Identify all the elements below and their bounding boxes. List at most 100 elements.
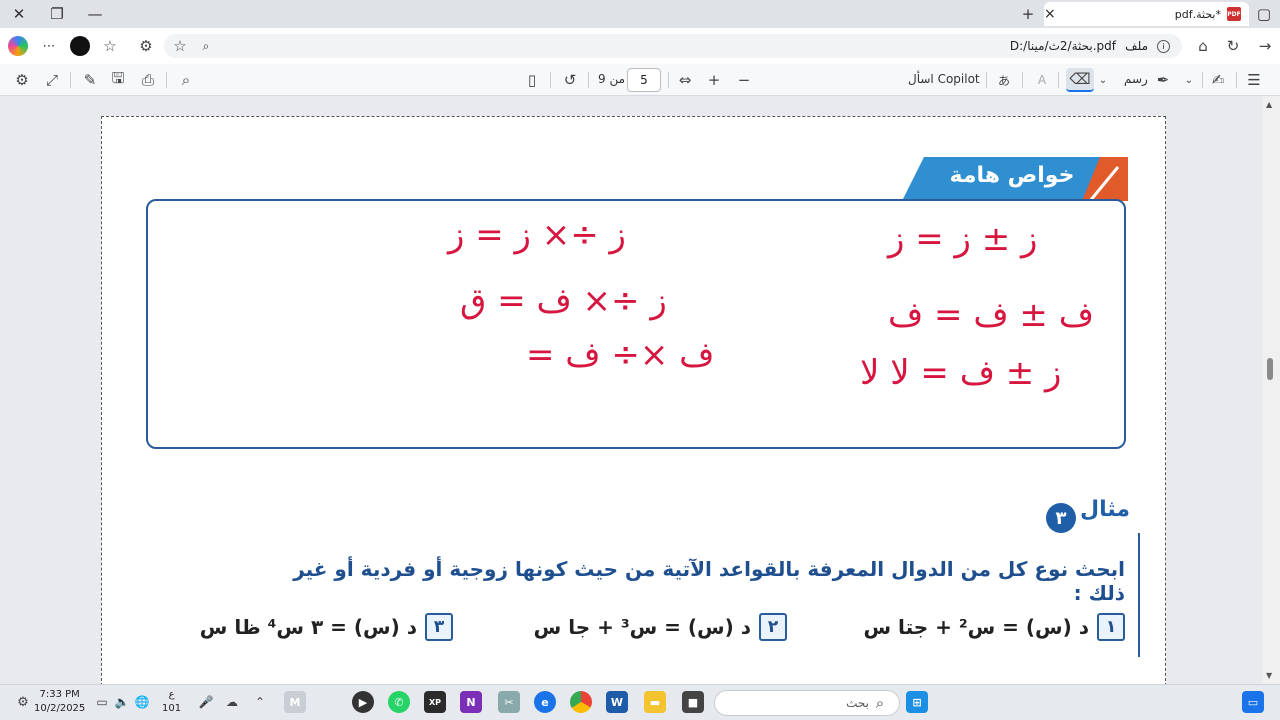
clock-date: 10/2/2025 bbox=[34, 703, 86, 714]
favorites-icon[interactable]: ☆ bbox=[100, 36, 120, 56]
onenote-icon[interactable]: N bbox=[460, 691, 482, 713]
file-explorer-icon[interactable]: ▬ bbox=[644, 691, 666, 713]
example-bracket bbox=[1138, 533, 1140, 657]
zoom-icon[interactable]: ⌕ bbox=[198, 38, 214, 54]
language-indicator[interactable]: ع 101 bbox=[162, 688, 181, 716]
app-icon[interactable]: ■ bbox=[682, 691, 704, 713]
function-item: ١ د (س) = س² + جتا س bbox=[863, 613, 1125, 641]
pdf-page: خواص هامة ز ± ز = ز ف ± ف = ف ز ± ف = لا… bbox=[101, 116, 1166, 684]
minimize-window-icon[interactable]: — bbox=[84, 4, 106, 24]
divider bbox=[1236, 72, 1237, 88]
network-icon[interactable]: 🌐 bbox=[134, 693, 150, 711]
favorite-star-icon[interactable]: ☆ bbox=[172, 37, 188, 55]
close-tab-icon[interactable]: × bbox=[1044, 6, 1056, 22]
tab-active[interactable]: PDF *بحثة.pdf × bbox=[1044, 2, 1249, 26]
divider bbox=[1022, 72, 1023, 88]
xp-pen-icon[interactable]: XP bbox=[424, 691, 446, 713]
copilot-icon[interactable] bbox=[8, 36, 28, 56]
url-scheme-label: ملف bbox=[1125, 39, 1148, 53]
ask-copilot-button[interactable]: اسأل Copilot bbox=[908, 72, 980, 86]
search-icon[interactable]: ⌕ bbox=[176, 70, 196, 90]
cloud-icon[interactable]: ☁ bbox=[224, 693, 240, 711]
restore-window-icon[interactable]: ❐ bbox=[46, 4, 68, 24]
chevron-down-icon[interactable]: ⌄ bbox=[1096, 70, 1110, 90]
language-code: 101 bbox=[162, 703, 182, 714]
eraser-icon[interactable]: ⌫ bbox=[1066, 68, 1094, 92]
zoom-in-icon[interactable]: + bbox=[704, 70, 724, 90]
function-text: د (س) = س² + جتا س bbox=[863, 615, 1090, 639]
battery-icon[interactable]: ▭ bbox=[94, 693, 110, 711]
save-as-icon[interactable]: ✎ bbox=[80, 70, 100, 90]
notification-center-icon[interactable]: ▭ bbox=[1242, 691, 1264, 713]
function-text: د (س) = ٣ س⁴ ظا س bbox=[199, 615, 417, 639]
settings-icon[interactable]: ⚙ bbox=[12, 70, 32, 90]
clock-time: 7:33 PM bbox=[39, 689, 80, 700]
translate-icon[interactable]: あ bbox=[994, 70, 1014, 90]
app-icon[interactable]: ▶ bbox=[352, 691, 374, 713]
handwritten-line: ز ± ز = ز bbox=[888, 219, 1038, 259]
highlight-icon[interactable]: ✍ bbox=[1208, 70, 1228, 90]
tab-bar: ✕ ❐ — + PDF *بحثة.pdf × ▢ bbox=[0, 0, 1280, 28]
whatsapp-icon[interactable]: ✆ bbox=[388, 691, 410, 713]
profile-avatar[interactable] bbox=[70, 36, 90, 56]
volume-icon[interactable]: 🔈 bbox=[114, 693, 130, 711]
contents-icon[interactable]: ☰ bbox=[1244, 70, 1264, 90]
back-icon[interactable]: → bbox=[1255, 36, 1275, 56]
new-tab-button[interactable]: + bbox=[1017, 4, 1039, 24]
function-item: ٢ د (س) = س³ + جا س bbox=[534, 613, 787, 641]
divider bbox=[1058, 72, 1059, 88]
banner-title: خواص هامة bbox=[949, 163, 1075, 188]
more-options-icon[interactable]: ⋯ bbox=[40, 39, 58, 54]
microphone-icon[interactable]: 🎤 bbox=[198, 693, 214, 711]
word-icon[interactable]: W bbox=[606, 691, 628, 713]
scroll-up-icon[interactable]: ▲ bbox=[1266, 100, 1272, 109]
start-button[interactable]: ⊞ bbox=[906, 691, 928, 713]
page-view-icon[interactable]: ▯ bbox=[522, 70, 542, 90]
divider bbox=[588, 72, 589, 88]
example-title: مثال bbox=[1080, 497, 1130, 522]
function-number: ٢ bbox=[759, 613, 787, 641]
info-icon[interactable]: i bbox=[1157, 39, 1170, 53]
question-text: ابحث نوع كل من الدوال المعرفة بالقواعد ا… bbox=[293, 557, 1125, 605]
url-field[interactable]: ☆ ⌕ D:/بحثة/2ث/مينا.pdf ملف i bbox=[164, 34, 1182, 58]
print-icon[interactable]: ⎙ bbox=[138, 70, 158, 90]
page-count-label: من 9 bbox=[598, 72, 626, 86]
chevron-down-icon[interactable]: ⌄ bbox=[1182, 70, 1196, 90]
chevron-up-icon[interactable]: ⌃ bbox=[252, 693, 268, 711]
close-window-icon[interactable]: ✕ bbox=[8, 4, 30, 24]
tab-actions-icon[interactable]: ▢ bbox=[1253, 4, 1275, 24]
chrome-icon[interactable] bbox=[570, 691, 592, 713]
fit-width-icon[interactable]: ⇔ bbox=[675, 70, 695, 90]
save-icon[interactable]: 🖫 bbox=[108, 69, 128, 90]
function-number: ١ bbox=[1097, 613, 1125, 641]
pdf-file-icon: PDF bbox=[1227, 7, 1241, 21]
widgets-icon[interactable]: ⚙ bbox=[14, 693, 32, 711]
zoom-out-icon[interactable]: − bbox=[734, 70, 754, 90]
scroll-down-icon[interactable]: ▼ bbox=[1266, 671, 1272, 680]
vertical-scrollbar[interactable]: ▲ ▼ bbox=[1262, 96, 1280, 684]
properties-box: ز ± ز = ز ف ± ف = ف ز ± ف = لا لا ز ÷× ز… bbox=[146, 199, 1126, 449]
draw-label[interactable]: رسم bbox=[1124, 72, 1148, 86]
clock[interactable]: 7:33 PM 10/2/2025 bbox=[34, 688, 85, 716]
function-item: ٣ د (س) = ٣ س⁴ ظا س bbox=[200, 613, 453, 641]
pdf-toolbar: ⚙ ⤢ ✎ 🖫 ⎙ ⌕ ▯ ↺ من 9 5 ⇔ + − اسأل Copilo… bbox=[0, 64, 1280, 96]
read-aloud-icon[interactable]: A bbox=[1032, 70, 1052, 90]
page-number-input[interactable]: 5 bbox=[627, 68, 661, 92]
rotate-icon[interactable]: ↺ bbox=[560, 70, 580, 90]
handwritten-line: ف ×÷ ف = bbox=[526, 335, 715, 375]
extensions-icon[interactable]: ⚙ bbox=[136, 36, 156, 56]
divider bbox=[166, 72, 167, 88]
scrollbar-thumb[interactable] bbox=[1267, 358, 1273, 380]
divider bbox=[668, 72, 669, 88]
fullscreen-icon[interactable]: ⤢ bbox=[42, 70, 62, 90]
edge-icon[interactable]: e bbox=[534, 691, 556, 713]
draw-pen-icon[interactable]: ✒ bbox=[1153, 70, 1173, 90]
refresh-icon[interactable]: ↻ bbox=[1223, 36, 1243, 56]
home-icon[interactable]: ⌂ bbox=[1193, 36, 1213, 56]
snipping-tool-icon[interactable]: ✂ bbox=[498, 691, 520, 713]
app-icon[interactable]: M bbox=[284, 691, 306, 713]
pdf-viewer[interactable]: خواص هامة ز ± ز = ز ف ± ف = ف ز ± ف = لا… bbox=[0, 96, 1262, 684]
divider bbox=[1202, 72, 1203, 88]
url-text: D:/بحثة/2ث/مينا.pdf bbox=[1009, 39, 1116, 53]
divider bbox=[550, 72, 551, 88]
